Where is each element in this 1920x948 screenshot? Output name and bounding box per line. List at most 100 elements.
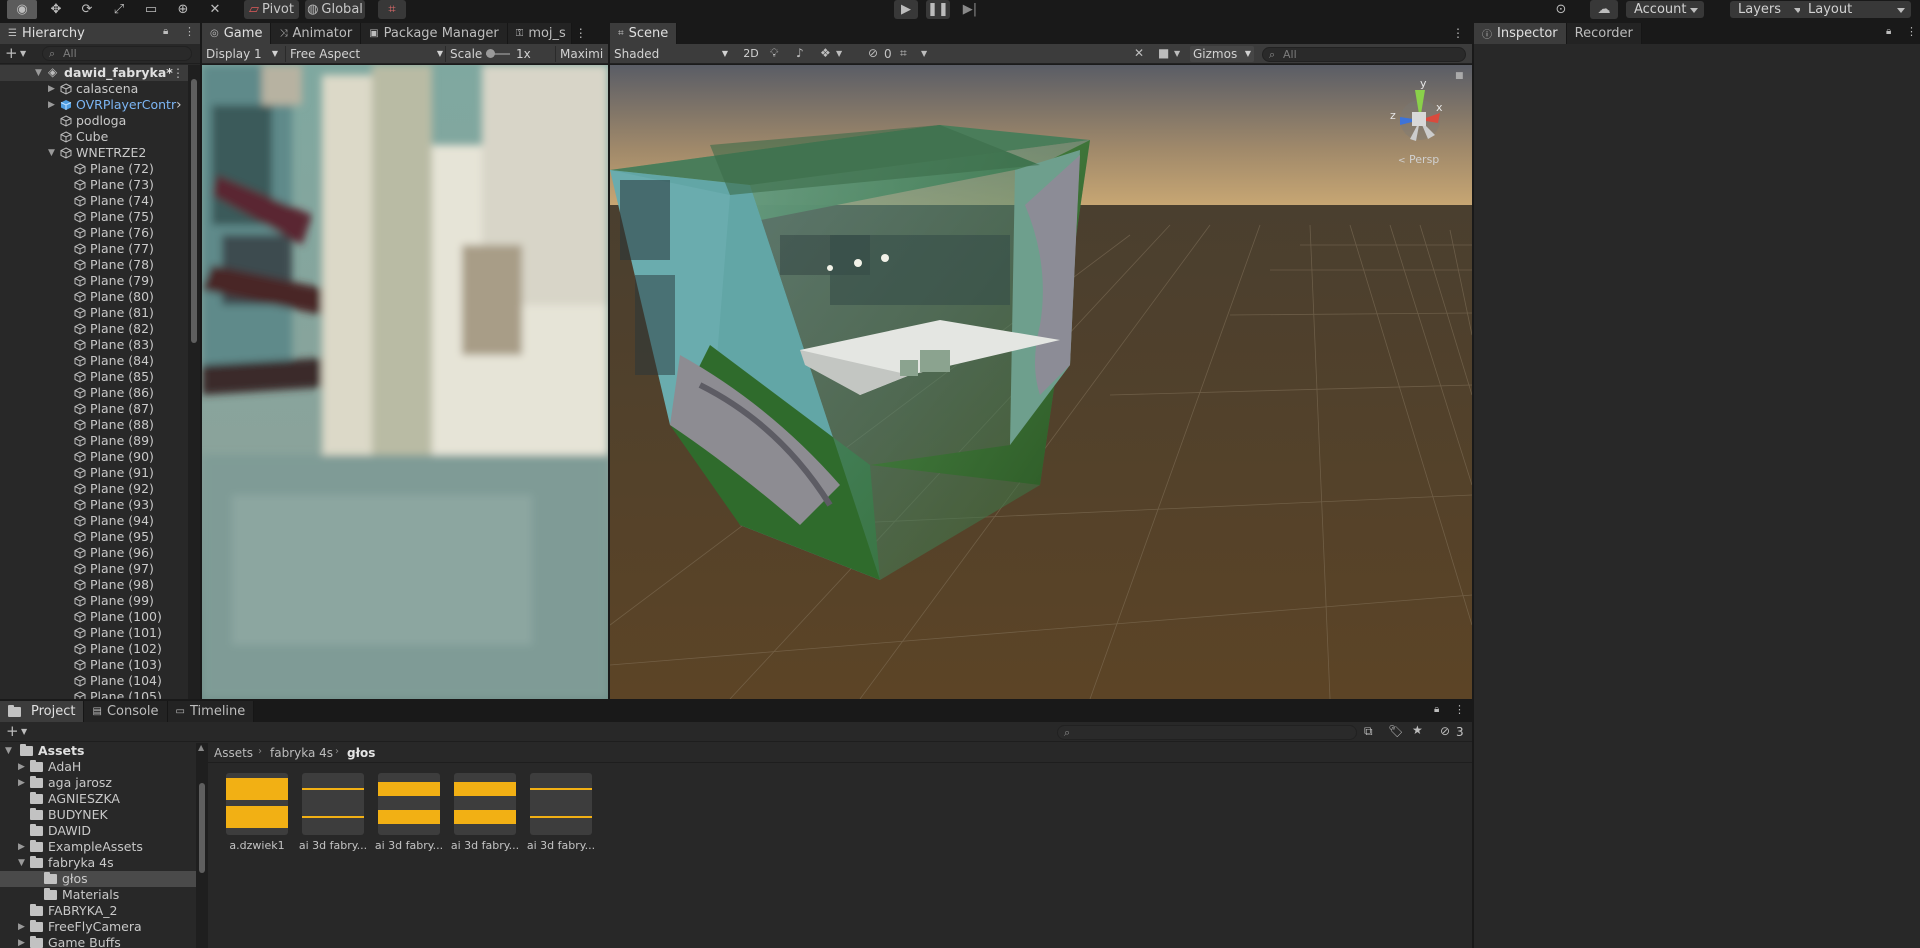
hidden-objects-icon[interactable]: ⊘ — [868, 46, 878, 60]
scale-handle[interactable] — [486, 49, 495, 58]
scene-header-row[interactable]: ▼ ◈ dawid_fabryka* ⋮ — [0, 65, 188, 81]
more-menu-icon[interactable]: ⋮ — [1454, 703, 1465, 716]
lock-icon[interactable]: 🔒︎ — [1886, 26, 1891, 37]
play-button[interactable]: ▶ — [894, 0, 918, 19]
hierarchy-row[interactable]: Plane (77) — [0, 241, 188, 257]
hierarchy-row[interactable]: Plane (80) — [0, 289, 188, 305]
hierarchy-row[interactable]: Plane (73) — [0, 177, 188, 193]
hierarchy-row[interactable]: Plane (103) — [0, 657, 188, 673]
pause-button[interactable]: ❚❚ — [926, 0, 950, 19]
hierarchy-row[interactable]: Plane (91) — [0, 465, 188, 481]
hierarchy-row[interactable]: ▶ calascena — [0, 81, 188, 97]
filter-by-label-icon[interactable]: 🏷︎ — [1388, 724, 1403, 738]
scale-slider[interactable]: Scale 1x — [445, 46, 555, 62]
project-search-input[interactable] — [1057, 725, 1357, 740]
hierarchy-row[interactable]: Plane (87) — [0, 401, 188, 417]
global-toggle[interactable]: ◍ Global — [305, 0, 365, 19]
lock-icon[interactable]: 🔒︎ — [1434, 704, 1439, 715]
hierarchy-row[interactable]: Plane (101) — [0, 625, 188, 641]
hierarchy-row[interactable]: Plane (95) — [0, 529, 188, 545]
hierarchy-row[interactable]: Plane (82) — [0, 321, 188, 337]
hierarchy-row[interactable]: Plane (78) — [0, 257, 188, 273]
hierarchy-row[interactable]: Plane (74) — [0, 193, 188, 209]
folder-row[interactable]: głos — [0, 871, 196, 887]
layers-dropdown[interactable]: Layers — [1730, 1, 1808, 18]
tab-timeline[interactable]: ▭ Timeline — [167, 701, 255, 722]
tab-recorder[interactable]: Recorder — [1566, 23, 1642, 44]
lock-icon[interactable]: ■ — [1455, 71, 1464, 81]
folder-row-assets[interactable]: ▼ Assets — [0, 743, 196, 759]
add-icon[interactable]: + — [5, 45, 18, 61]
project-scrollbar[interactable]: ▲ — [196, 743, 208, 948]
folder-row[interactable]: ▶ Game Buffs — [0, 935, 196, 948]
audio-clip-thumbnail[interactable] — [302, 773, 364, 835]
hierarchy-row[interactable]: Plane (75) — [0, 209, 188, 225]
hidden-packages-icon[interactable]: ⊘ — [1440, 724, 1450, 738]
pivot-toggle[interactable]: ▱ Pivot — [244, 0, 299, 19]
folder-row[interactable]: AGNIESZKA — [0, 791, 196, 807]
open-prefab-chevron-icon[interactable]: › — [176, 97, 182, 113]
folder-row[interactable]: ▼ fabryka 4s — [0, 855, 196, 871]
hierarchy-row[interactable]: ▼ WNETRZE2 — [0, 145, 188, 161]
dropdown-arrow-icon[interactable]: ▼ — [21, 727, 27, 736]
favorite-star-icon[interactable]: ★ — [1412, 723, 1423, 737]
hierarchy-row[interactable]: Plane (86) — [0, 385, 188, 401]
hierarchy-row[interactable]: Plane (89) — [0, 433, 188, 449]
folder-row[interactable]: ▶ FreeFlyCamera — [0, 919, 196, 935]
effects-icon[interactable]: ❖ — [820, 46, 831, 60]
account-dropdown[interactable]: Account — [1626, 1, 1704, 18]
folder-row[interactable]: FABRYKA_2 — [0, 903, 196, 919]
hierarchy-row[interactable]: Plane (79) — [0, 273, 188, 289]
audio-clip-thumbnail[interactable] — [530, 773, 592, 835]
add-icon[interactable]: + — [6, 723, 19, 739]
services-button[interactable]: ⊙ — [1547, 0, 1575, 19]
hierarchy-row[interactable]: Cube — [0, 129, 188, 145]
expand-arrow-icon[interactable]: ▶ — [18, 775, 25, 791]
tab-project[interactable]: Project — [0, 701, 85, 722]
step-button[interactable]: ▶| — [958, 0, 982, 19]
hierarchy-row[interactable]: podloga — [0, 113, 188, 129]
hierarchy-row[interactable]: Plane (97) — [0, 561, 188, 577]
scene-search-input[interactable]: All — [1262, 47, 1466, 62]
breadcrumb-assets[interactable]: Assets — [214, 746, 253, 760]
move-tool-button[interactable]: ✥ — [43, 0, 69, 19]
hierarchy-row[interactable]: Plane (96) — [0, 545, 188, 561]
tab-package-manager[interactable]: ▣ Package Manager — [361, 23, 508, 44]
game-viewport[interactable] — [202, 65, 608, 699]
expand-arrow-icon[interactable]: ▶ — [48, 81, 55, 97]
scale-tool-button[interactable]: ⤢ — [106, 0, 132, 19]
expand-arrow-icon[interactable]: ▶ — [18, 759, 25, 775]
scroll-up-icon[interactable]: ▲ — [198, 743, 204, 752]
audio-clip-thumbnail[interactable] — [226, 773, 288, 835]
hierarchy-row[interactable]: Plane (98) — [0, 577, 188, 593]
tab-hierarchy[interactable]: ☰ Hierarchy — [0, 23, 200, 44]
tab-game[interactable]: ◎ Game — [202, 23, 272, 44]
more-menu-icon[interactable]: ⋮ — [1452, 26, 1464, 40]
audio-clip-thumbnail[interactable] — [454, 773, 516, 835]
tab-console[interactable]: ▤ Console — [84, 701, 168, 722]
audio-clip-thumbnail[interactable] — [378, 773, 440, 835]
hierarchy-row[interactable]: Plane (81) — [0, 305, 188, 321]
dropdown-arrow-icon[interactable]: ▼ — [1174, 49, 1180, 58]
hierarchy-row[interactable]: Plane (84) — [0, 353, 188, 369]
tab-inspector[interactable]: ⓘ Inspector — [1474, 23, 1567, 44]
2d-toggle[interactable]: 2D — [738, 46, 764, 62]
layout-dropdown[interactable]: Layout — [1800, 1, 1911, 18]
more-menu-icon[interactable]: ⋮ — [1906, 25, 1917, 38]
audio-icon[interactable]: ♪ — [796, 46, 804, 60]
expand-arrow-icon[interactable]: ▶ — [18, 919, 25, 935]
hierarchy-row[interactable]: ▶ OVRPlayerContr › — [0, 97, 188, 113]
more-menu-icon[interactable]: ⋮ — [575, 23, 587, 44]
hierarchy-row[interactable]: Plane (104) — [0, 673, 188, 689]
camera-icon[interactable]: ■ — [1158, 46, 1169, 60]
folder-row[interactable]: ▶ aga jarosz — [0, 775, 196, 791]
dropdown-arrow-icon[interactable]: ▼ — [921, 49, 927, 58]
hierarchy-row[interactable]: Plane (99) — [0, 593, 188, 609]
tab-scene[interactable]: ⌗ Scene — [610, 23, 678, 44]
hierarchy-row[interactable]: Plane (90) — [0, 449, 188, 465]
collapse-arrow-icon[interactable]: ▼ — [18, 855, 25, 871]
scene-viewport[interactable]: y z x ■ < Persp — [610, 65, 1472, 699]
hierarchy-search-input[interactable]: All — [42, 46, 192, 61]
rotate-tool-button[interactable]: ⟳ — [74, 0, 100, 19]
hierarchy-row[interactable]: Plane (72) — [0, 161, 188, 177]
